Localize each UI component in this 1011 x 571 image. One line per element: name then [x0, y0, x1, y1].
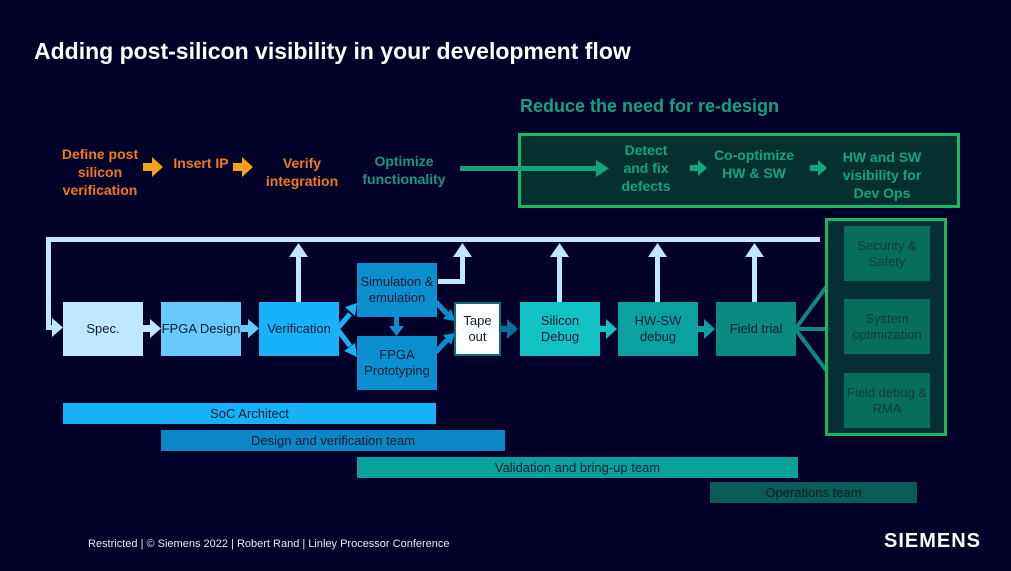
siemens-logo: SIEMENS: [884, 530, 982, 552]
box-verification: Verification: [259, 302, 339, 356]
box-spec: Spec.: [63, 302, 143, 356]
orange-arrow-icon: [233, 157, 253, 177]
up-arrow-icon: [438, 243, 472, 284]
orange-arrow-icon: [143, 157, 163, 177]
right-arrow-icon: [698, 319, 715, 339]
down-arrow-icon: [389, 316, 404, 336]
diagonal-arrow-icon: [434, 300, 455, 354]
box-simulation-emulation: Simulation & emulation: [357, 263, 437, 317]
up-arrow-icon: [745, 243, 764, 302]
box-silicon-debug: Silicon Debug: [520, 302, 600, 356]
green-arrow-icon: [690, 160, 707, 176]
outcome-security-safety: Security & Safety: [844, 226, 930, 281]
footer-text: Restricted | © Siemens 2022 | Robert Ran…: [88, 538, 450, 550]
team-bar-validation-bringup: Validation and bring-up team: [357, 457, 798, 478]
right-arrow-icon: [241, 319, 259, 338]
right-arrow-icon: [600, 319, 617, 339]
green-arrow-icon: [810, 160, 827, 176]
box-tape-out: Tape out: [454, 302, 501, 356]
team-bar-design-verification: Design and verification team: [161, 430, 505, 451]
box-hw-sw-debug: HW-SW debug: [618, 302, 698, 356]
right-arrow-icon: [501, 319, 518, 339]
right-arrow-icon: [143, 319, 161, 338]
box-fpga-prototyping: FPGA Prototyping: [357, 336, 437, 390]
outcome-system-optimization: System optimization: [844, 299, 930, 354]
box-field-trial: Field trial: [716, 302, 796, 356]
up-arrow-icon: [289, 243, 308, 302]
up-arrow-icon: [648, 243, 667, 302]
diagonal-arrow-icon: [336, 303, 357, 357]
team-bar-operations: Operations team: [710, 482, 917, 503]
outcome-field-debug-rma: Field debug & RMA: [844, 373, 930, 428]
team-bar-soc-architect: SoC Architect: [63, 403, 436, 424]
green-arrow-icon: [460, 160, 609, 177]
box-fpga-design: FPGA Design: [161, 302, 241, 356]
up-arrow-icon: [550, 243, 569, 302]
